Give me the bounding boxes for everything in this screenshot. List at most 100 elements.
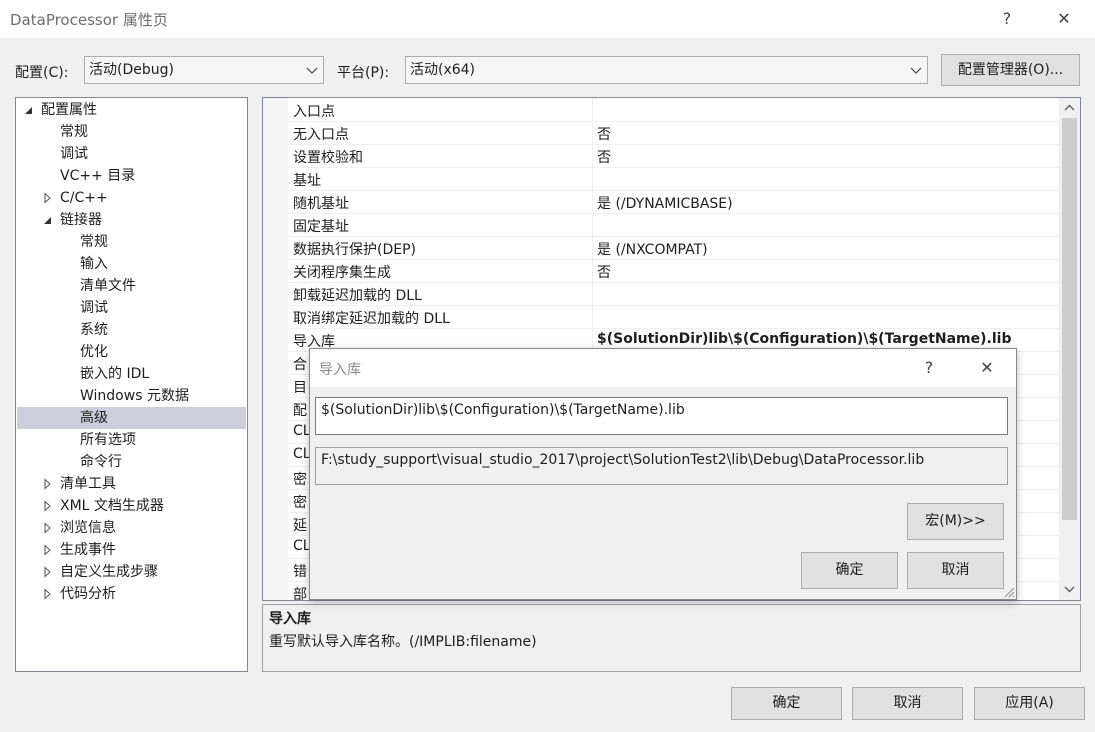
tree-item[interactable]: 常规	[17, 231, 246, 253]
tree-item-label: VC++ 目录	[60, 168, 136, 184]
platform-combo[interactable]: 活动(x64)	[405, 56, 928, 84]
description-title: 导入库	[269, 611, 311, 627]
property-name: 随机基址	[293, 196, 349, 212]
tree-item[interactable]: Windows 元数据	[17, 385, 246, 407]
property-row[interactable]: 随机基址 是 (/DYNAMICBASE)	[288, 191, 1059, 214]
tree-item[interactable]: 浏览信息	[17, 517, 246, 539]
resize-grip-icon[interactable]	[1002, 585, 1015, 598]
collapsed-triangle-icon[interactable]	[43, 473, 53, 495]
tree-item-label: 代码分析	[60, 586, 116, 602]
tree-item[interactable]: 自定义生成步骤	[17, 561, 246, 583]
expanded-triangle-icon[interactable]	[24, 99, 34, 121]
tree-item[interactable]: 调试	[17, 297, 246, 319]
collapsed-triangle-icon[interactable]	[43, 583, 53, 605]
grid-gutter	[263, 98, 288, 600]
dialog-help-button[interactable]: ?	[914, 355, 944, 381]
tree-item[interactable]: 高级	[17, 407, 246, 429]
property-name: 错	[293, 564, 307, 580]
apply-button[interactable]: 应用(A)	[974, 687, 1085, 720]
property-name: 关闭程序集生成	[293, 265, 391, 281]
tree-item-label: 配置属性	[41, 102, 97, 118]
dialog-ok-button[interactable]: 确定	[801, 552, 898, 589]
description-panel: 导入库 重写默认导入库名称。(/IMPLIB:filename)	[262, 604, 1081, 672]
property-row[interactable]: 基址	[288, 168, 1059, 191]
property-row[interactable]: 设置校验和 否	[288, 145, 1059, 168]
collapsed-triangle-icon[interactable]	[43, 187, 53, 209]
tree-item-label: 嵌入的 IDL	[80, 366, 150, 382]
tree-item[interactable]: 常规	[17, 121, 246, 143]
tree-item-label: 所有选项	[80, 432, 136, 448]
chevron-down-icon	[306, 67, 318, 74]
property-name: CL	[293, 446, 311, 462]
tree-item-label: 常规	[60, 124, 88, 140]
window-title: DataProcessor 属性页	[10, 11, 168, 29]
tree-item[interactable]: 命令行	[17, 451, 246, 473]
macros-button[interactable]: 宏(M)>>	[907, 503, 1004, 540]
tree-item-label: 输入	[80, 256, 108, 272]
tree-item[interactable]: 代码分析	[17, 583, 246, 605]
tree-item[interactable]: 所有选项	[17, 429, 246, 451]
property-name: 卸载延迟加载的 DLL	[293, 288, 422, 304]
tree-item[interactable]: 调试	[17, 143, 246, 165]
config-combo[interactable]: 活动(Debug)	[84, 56, 324, 84]
import-library-input[interactable]: $(SolutionDir)lib\$(Configuration)\$(Tar…	[315, 397, 1008, 435]
config-label: 配置(C):	[15, 65, 69, 81]
property-row[interactable]: 卸载延迟加载的 DLL	[288, 283, 1059, 306]
property-row[interactable]: 数据执行保护(DEP) 是 (/NXCOMPAT)	[288, 237, 1059, 260]
property-row[interactable]: 入口点	[288, 99, 1059, 122]
property-name: 部	[293, 587, 307, 601]
property-value: 否	[597, 127, 611, 143]
tree-item[interactable]: XML 文档生成器	[17, 495, 246, 517]
tree-item[interactable]: VC++ 目录	[17, 165, 246, 187]
config-manager-button[interactable]: 配置管理器(O)...	[941, 54, 1080, 86]
dialog-close-button[interactable]: ✕	[972, 355, 1002, 381]
property-row[interactable]: 取消绑定延迟加载的 DLL	[288, 306, 1059, 329]
window-titlebar: DataProcessor 属性页 ? ✕	[0, 0, 1095, 38]
scroll-down-icon[interactable]	[1062, 582, 1077, 596]
tree-item[interactable]: 链接器	[17, 209, 246, 231]
tree-item-label: 高级	[80, 410, 108, 426]
ok-button[interactable]: 确定	[731, 687, 842, 720]
tree-item-label: 清单工具	[60, 476, 116, 492]
collapsed-triangle-icon[interactable]	[43, 495, 53, 517]
collapsed-triangle-icon[interactable]	[43, 539, 53, 561]
tree-item-label: 常规	[80, 234, 108, 250]
grid-scrollbar[interactable]	[1059, 98, 1080, 600]
property-name: 延	[293, 518, 307, 534]
scroll-up-icon[interactable]	[1062, 101, 1077, 115]
tree-item[interactable]: 清单工具	[17, 473, 246, 495]
tree-item-label: 优化	[80, 344, 108, 360]
help-button[interactable]: ?	[992, 6, 1022, 32]
property-row[interactable]: 固定基址	[288, 214, 1059, 237]
property-tree[interactable]: 配置属性 常规 调试 VC++ 目录 C/C++ 链接器 常规 输入 清单文件 调试 系统 优化 嵌入的…	[15, 97, 248, 672]
property-row[interactable]: 无入口点 否	[288, 122, 1059, 145]
close-button[interactable]: ✕	[1049, 6, 1079, 32]
collapsed-triangle-icon[interactable]	[43, 561, 53, 583]
property-name: CL	[293, 423, 311, 439]
property-name: 配	[293, 403, 307, 419]
tree-item[interactable]: 输入	[17, 253, 246, 275]
tree-item[interactable]: 系统	[17, 319, 246, 341]
property-value: 否	[597, 265, 611, 281]
tree-item[interactable]: 生成事件	[17, 539, 246, 561]
property-name: 无入口点	[293, 127, 349, 143]
expanded-triangle-icon[interactable]	[43, 209, 53, 231]
dialog-title: 导入库	[319, 362, 361, 378]
dialog-cancel-button[interactable]: 取消	[907, 552, 1004, 589]
tree-item-label: Windows 元数据	[80, 388, 189, 404]
collapsed-triangle-icon[interactable]	[43, 517, 53, 539]
tree-item-label: 链接器	[60, 212, 102, 228]
tree-item[interactable]: 嵌入的 IDL	[17, 363, 246, 385]
tree-item[interactable]: 优化	[17, 341, 246, 363]
property-row[interactable]: 关闭程序集生成 否	[288, 260, 1059, 283]
property-name: 入口点	[293, 104, 335, 120]
scroll-thumb[interactable]	[1062, 118, 1077, 520]
tree-item[interactable]: C/C++	[17, 187, 246, 209]
tree-item[interactable]: 配置属性	[17, 99, 246, 121]
cancel-button[interactable]: 取消	[852, 687, 963, 720]
config-combo-value: 活动(Debug)	[89, 62, 174, 78]
tree-item[interactable]: 清单文件	[17, 275, 246, 297]
tree-item-label: 系统	[80, 322, 108, 338]
chevron-down-icon	[910, 67, 922, 74]
property-value: 否	[597, 150, 611, 166]
